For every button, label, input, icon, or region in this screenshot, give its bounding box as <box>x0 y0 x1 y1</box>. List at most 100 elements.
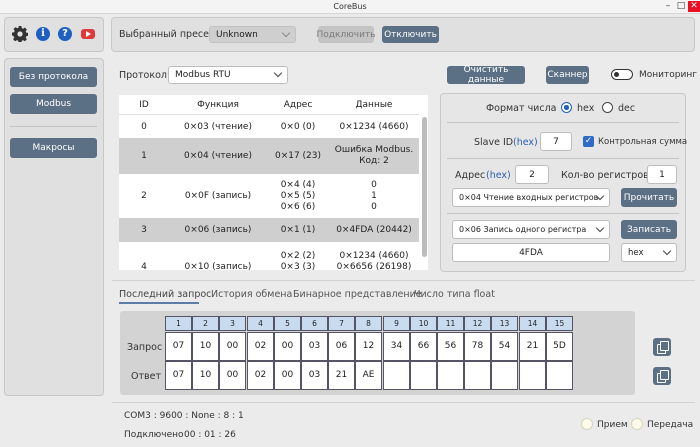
column-header-data: Данные <box>355 99 393 110</box>
byte-index-header: 4 <box>247 316 274 331</box>
response-byte-cell <box>519 361 546 390</box>
response-byte-cell: AE <box>355 361 382 390</box>
read-function-select[interactable]: 0×04 Чтение входных регистров <box>452 188 610 207</box>
row-address: 0×0 (0) <box>280 121 316 132</box>
table-row[interactable]: 0 0×03 (чтение) 0×0 (0) 0×1234 (4660) <box>119 116 419 138</box>
request-byte-cell: 5D <box>546 332 573 361</box>
copy-request-icon[interactable] <box>653 338 671 356</box>
row-address: 0×17 (23) <box>274 150 322 161</box>
response-byte-cell <box>491 361 518 390</box>
response-byte-cell <box>437 361 464 390</box>
response-byte-cell: 02 <box>247 361 274 390</box>
write-value-input[interactable]: 4FDA <box>452 243 610 262</box>
connect-button[interactable]: Подключить <box>317 26 376 43</box>
help-icon[interactable]: ? <box>58 27 72 41</box>
copy-response-icon[interactable] <box>653 367 671 385</box>
request-byte-cell: 34 <box>383 332 410 361</box>
minimize-icon[interactable]: – <box>662 1 674 12</box>
table-row[interactable]: 4 0×10 (запись) 0×2 (2) 0×3 (3) 0×4 (4) … <box>119 245 419 271</box>
protocol-select[interactable]: Modbus RTU <box>168 66 288 84</box>
read-function-value: 0×04 Чтение входных регистров <box>459 193 599 202</box>
tab-exchange-history[interactable]: История обмена <box>211 289 292 300</box>
byte-index-header: 12 <box>464 316 491 331</box>
response-byte-cell: 00 <box>274 361 301 390</box>
byte-index-header: 14 <box>519 316 546 331</box>
write-function-select[interactable]: 0×06 Запись одного регистра <box>452 220 610 239</box>
byte-index-header: 13 <box>491 316 518 331</box>
rx-label: Прием <box>597 420 628 430</box>
tab-float-number[interactable]: Число типа float <box>414 289 495 300</box>
slave-id-input[interactable]: 7 <box>540 132 572 151</box>
byte-index-header: 7 <box>328 316 355 331</box>
chevron-down-icon <box>662 246 672 255</box>
request-byte-cell: 02 <box>247 332 274 361</box>
tab-binary-view[interactable]: Бинарное представление <box>293 289 422 300</box>
read-button[interactable]: Прочитать <box>621 188 677 207</box>
protocol-label: Протокол: <box>119 70 171 81</box>
section-divider <box>112 280 695 281</box>
byte-index-header: 8 <box>355 316 382 331</box>
port-info: COM3 : 9600 : None : 8 : 1 <box>124 411 244 421</box>
hex-radio-label: hex <box>577 103 595 114</box>
row-data: 0×1234 (4660) <box>339 121 409 132</box>
address-label: Адрес <box>455 170 486 181</box>
gear-icon[interactable] <box>12 26 28 42</box>
clear-data-button[interactable]: Очистить данные <box>447 65 525 85</box>
register-count-label: Кол-во регистров <box>561 170 649 181</box>
column-header-id: ID <box>139 99 149 110</box>
byte-index-header: 10 <box>410 316 437 331</box>
address-hex-hint: (hex) <box>486 170 511 181</box>
row-id: 3 <box>141 224 147 235</box>
tab-last-request[interactable]: Последний запрос <box>119 289 211 300</box>
chevron-down-icon <box>281 28 291 37</box>
sidebar-item-macros[interactable]: Макросы <box>10 138 97 158</box>
table-row[interactable]: 1 0×04 (чтение) 0×17 (23) Ошибка Modbus.… <box>119 138 419 174</box>
response-byte-cell: 07 <box>165 361 192 390</box>
address-input[interactable]: 2 <box>515 165 549 184</box>
youtube-icon[interactable] <box>81 29 95 39</box>
close-icon[interactable]: ✕ <box>688 1 700 12</box>
table-row[interactable]: 2 0×0F (запись) 0×4 (4) 0×5 (5) 0×6 (6) … <box>119 174 419 218</box>
table-header: ID Функция Адрес Данные <box>119 95 419 115</box>
rx-indicator <box>581 418 593 430</box>
tx-indicator <box>631 418 643 430</box>
slave-id-hex-hint: (hex) <box>513 137 538 148</box>
preset-value: Unknown <box>216 29 258 40</box>
row-address: 0×4 (4) 0×5 (5) 0×6 (6) <box>280 179 316 212</box>
write-button[interactable]: Записать <box>621 220 677 239</box>
register-count-value: 1 <box>659 169 665 180</box>
maximize-icon[interactable]: □ <box>675 1 687 12</box>
chevron-down-icon <box>273 68 283 78</box>
info-icon[interactable]: i <box>36 27 50 41</box>
table-row[interactable]: 3 0×06 (запись) 0×1 (1) 0×4FDA (20442) <box>119 218 419 242</box>
disconnect-button[interactable]: Отключить <box>382 26 439 43</box>
row-address: 0×2 (2) 0×3 (3) 0×4 (4) <box>280 250 316 271</box>
request-byte-cell: 00 <box>219 332 246 361</box>
register-count-input[interactable]: 1 <box>647 165 677 184</box>
response-byte-cell <box>383 361 410 390</box>
scanner-button[interactable]: Сканнер <box>546 66 589 84</box>
slave-id-value: 7 <box>553 136 559 147</box>
table-scrollbar[interactable] <box>422 117 427 257</box>
request-byte-cell: 06 <box>328 332 355 361</box>
write-format-select[interactable]: hex <box>621 243 677 262</box>
preset-select[interactable]: Unknown <box>209 26 296 43</box>
settings-divider <box>447 213 679 214</box>
response-row-label: Ответ <box>131 371 161 382</box>
dec-radio[interactable] <box>602 102 613 113</box>
row-data: 0×1234 (4660) 0×6656 (26198) 0×7884 (308… <box>336 250 412 271</box>
response-byte-cell: 00 <box>219 361 246 390</box>
byte-index-header: 2 <box>192 316 219 331</box>
column-header-function: Функция <box>197 99 239 110</box>
slave-id-label: Slave ID <box>474 137 514 148</box>
request-row-label: Запрос <box>127 342 163 353</box>
monitoring-toggle[interactable] <box>611 69 633 80</box>
active-tab-indicator <box>119 302 199 304</box>
sidebar-item-no-protocol[interactable]: Без протокола <box>10 67 97 87</box>
request-byte-cell: 10 <box>192 332 219 361</box>
hex-radio[interactable] <box>561 102 572 113</box>
response-byte-cell <box>464 361 491 390</box>
column-header-address: Адрес <box>283 99 313 110</box>
sidebar-item-modbus[interactable]: Modbus <box>10 94 97 114</box>
checksum-checkbox[interactable]: ✓ <box>583 136 594 147</box>
